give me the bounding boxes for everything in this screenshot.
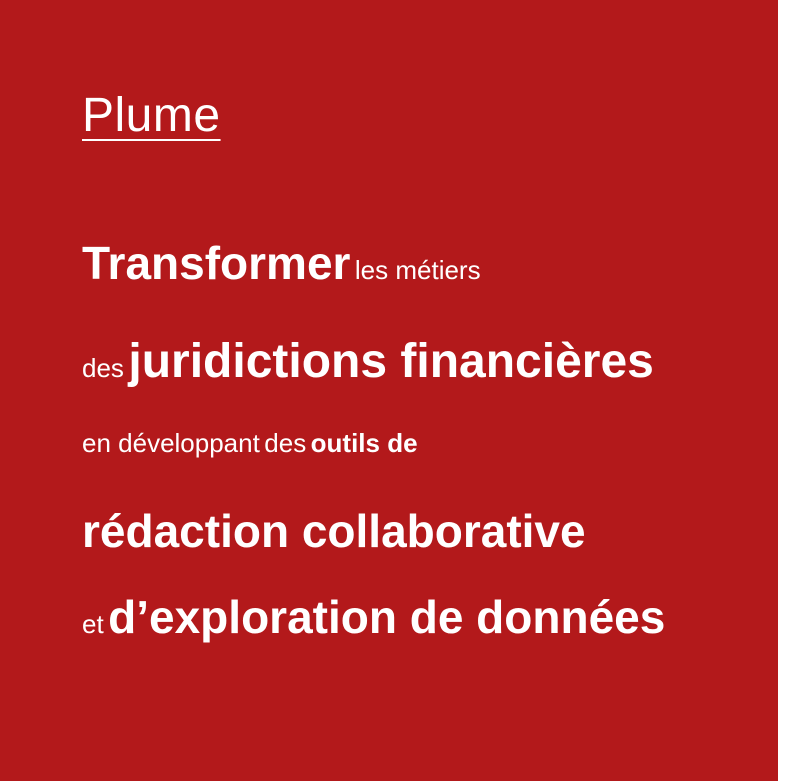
page-title: Plume (82, 89, 221, 142)
tagline-text: les métiers (354, 255, 481, 285)
tagline-line-3: en développant des outils de (82, 430, 418, 456)
tagline-emphasis: d’exploration de données (108, 591, 666, 643)
tagline-line-5: et d’exploration de données (82, 594, 665, 640)
tagline-line-4: rédaction collaborative (82, 508, 586, 554)
tagline-emphasis: rédaction collaborative (82, 505, 586, 557)
plume-card: Plume Transformer les métiers des juridi… (0, 0, 778, 781)
tagline-text: des (82, 353, 124, 383)
tagline-emphasis: Transformer (82, 237, 351, 289)
tagline-emphasis: outils de (310, 428, 418, 458)
tagline-line-1: Transformer les métiers (82, 240, 481, 286)
tagline-text: et (82, 609, 104, 639)
tagline-line-2: des juridictions financières (82, 338, 654, 386)
tagline-text: des (264, 428, 307, 458)
tagline-emphasis: juridictions financières (128, 335, 654, 388)
tagline-text: en développant (82, 428, 260, 458)
